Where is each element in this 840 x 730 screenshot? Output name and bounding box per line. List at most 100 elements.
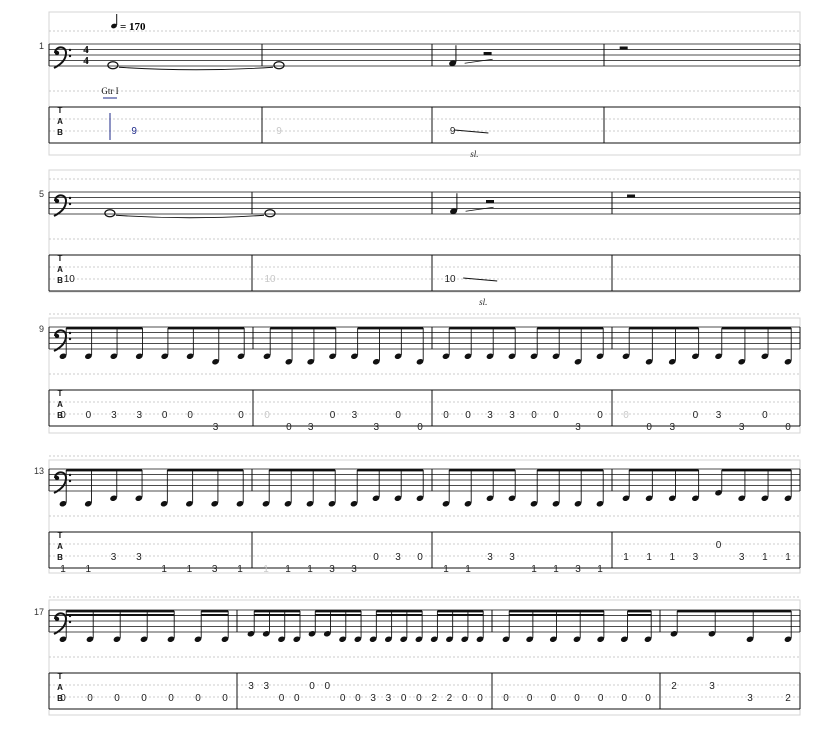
tab-fret-number: 0 xyxy=(465,410,471,421)
clef-curve xyxy=(53,471,68,494)
tab-fret-number: 0 xyxy=(114,693,120,704)
slide-line xyxy=(464,58,493,64)
tab-fret-number: 0 xyxy=(785,422,791,433)
beam-secondary xyxy=(509,614,604,616)
tab-clef-letter: A xyxy=(57,265,63,274)
tab-fret-number: 3 xyxy=(137,410,143,421)
beam-secondary xyxy=(201,614,229,616)
tab-fret-number: 0 xyxy=(222,693,228,704)
tab-fret-number: 0 xyxy=(416,693,422,704)
tab-fret-number: 0 xyxy=(417,422,423,433)
tab-fret-number: 10 xyxy=(64,274,76,285)
tab-fret-number: 0 xyxy=(286,422,292,433)
clef-dot xyxy=(68,620,72,624)
tab-fret-number: 0 xyxy=(462,693,468,704)
beam-secondary xyxy=(66,614,175,616)
tab-fret-number: 0 xyxy=(527,693,533,704)
beam xyxy=(269,469,336,472)
tab-fret-number: 3 xyxy=(693,552,699,563)
tab-fret-number: 0 xyxy=(141,693,147,704)
clef-dot xyxy=(68,48,72,52)
system-4 xyxy=(48,455,801,574)
tab-fret-number: 0 xyxy=(503,693,509,704)
tab-slide xyxy=(454,129,489,134)
beam xyxy=(167,469,244,472)
measure-number: 9 xyxy=(39,324,44,334)
tab-fret-number: 9 xyxy=(131,126,137,137)
whole-note xyxy=(107,61,119,70)
tab-fret-number: 0 xyxy=(623,410,629,421)
tab-fret-number: 0 xyxy=(325,681,331,692)
clef-dot xyxy=(68,331,72,335)
tab-fret-number: 10 xyxy=(264,274,276,285)
tab-fret-number: 0 xyxy=(309,681,315,692)
bass-clef-icon xyxy=(53,194,72,217)
tab-fret-number: 10 xyxy=(444,274,456,285)
tab-fret-number: 3 xyxy=(487,552,493,563)
tab-fret-number: 3 xyxy=(716,410,722,421)
tab-fret-number: 2 xyxy=(671,681,677,692)
whole-rest-icon xyxy=(627,194,636,198)
tab-fret-number: 3 xyxy=(709,681,715,692)
tab-fret-number: 3 xyxy=(509,410,515,421)
measure-number: 1 xyxy=(39,41,44,51)
tab-fret-number: 3 xyxy=(370,693,376,704)
clef-dot xyxy=(68,202,72,206)
tab-fret-number: 9 xyxy=(276,126,282,137)
instrument-label: Gtr I xyxy=(101,86,118,96)
tab-fret-number: 1 xyxy=(646,552,652,563)
beam xyxy=(677,610,792,613)
beam xyxy=(66,610,175,613)
clef-dot xyxy=(54,198,60,204)
tab-fret-number: 3 xyxy=(352,410,358,421)
tab-fret-number: 2 xyxy=(785,693,791,704)
tab-fret-number: 0 xyxy=(87,693,93,704)
tab-fret-number: 0 xyxy=(395,410,401,421)
tab-fret-number: 3 xyxy=(136,552,142,563)
clef-dot xyxy=(68,337,72,341)
tab-fret-number: 0 xyxy=(443,410,449,421)
beam xyxy=(357,469,424,472)
whole-note xyxy=(264,209,276,218)
tab-fret-number: 1 xyxy=(307,564,313,575)
tab-fret-number: 1 xyxy=(263,564,269,575)
clef-dot xyxy=(68,479,72,483)
tab-fret-number: 1 xyxy=(785,552,791,563)
whole-rest-icon xyxy=(619,46,628,50)
beam-secondary xyxy=(437,614,484,616)
measure-number: 17 xyxy=(34,607,44,617)
tab-fret-number: 2 xyxy=(431,693,437,704)
beam xyxy=(201,610,229,613)
tab-fret-number: 3 xyxy=(739,422,745,433)
tab-slide xyxy=(463,277,498,282)
system-5 xyxy=(48,596,801,716)
system-1 xyxy=(48,11,801,156)
beam xyxy=(315,610,362,613)
clef-dot xyxy=(54,50,60,56)
half-rest-icon xyxy=(486,200,494,203)
slide-marking: sl. xyxy=(479,297,487,307)
tab-fret-number: 0 xyxy=(645,693,651,704)
tab-fret-number: 0 xyxy=(574,693,580,704)
beam xyxy=(66,327,143,330)
tab-fret-number: 0 xyxy=(716,540,722,551)
tab-fret-number: 3 xyxy=(395,552,401,563)
clef-curve xyxy=(53,329,68,352)
tab-fret-number: 3 xyxy=(386,693,392,704)
tab-fret-number: 0 xyxy=(195,693,201,704)
tab-fret-number: 3 xyxy=(374,422,380,433)
tab-fret-number: 1 xyxy=(86,564,92,575)
clef-curve xyxy=(53,194,68,217)
system-frame xyxy=(48,599,801,716)
bass-clef-icon xyxy=(53,612,72,635)
tab-clef-letter: B xyxy=(57,276,63,285)
beam-secondary xyxy=(315,614,362,616)
tab-fret-number: 1 xyxy=(670,552,676,563)
beam-secondary xyxy=(627,614,652,616)
tab-fret-number: 1 xyxy=(285,564,291,575)
tab-fret-number: 3 xyxy=(212,564,218,575)
tab-fret-number: 3 xyxy=(111,410,117,421)
tab-fret-number: 3 xyxy=(351,564,357,575)
beam xyxy=(357,327,424,330)
beam xyxy=(449,327,516,330)
